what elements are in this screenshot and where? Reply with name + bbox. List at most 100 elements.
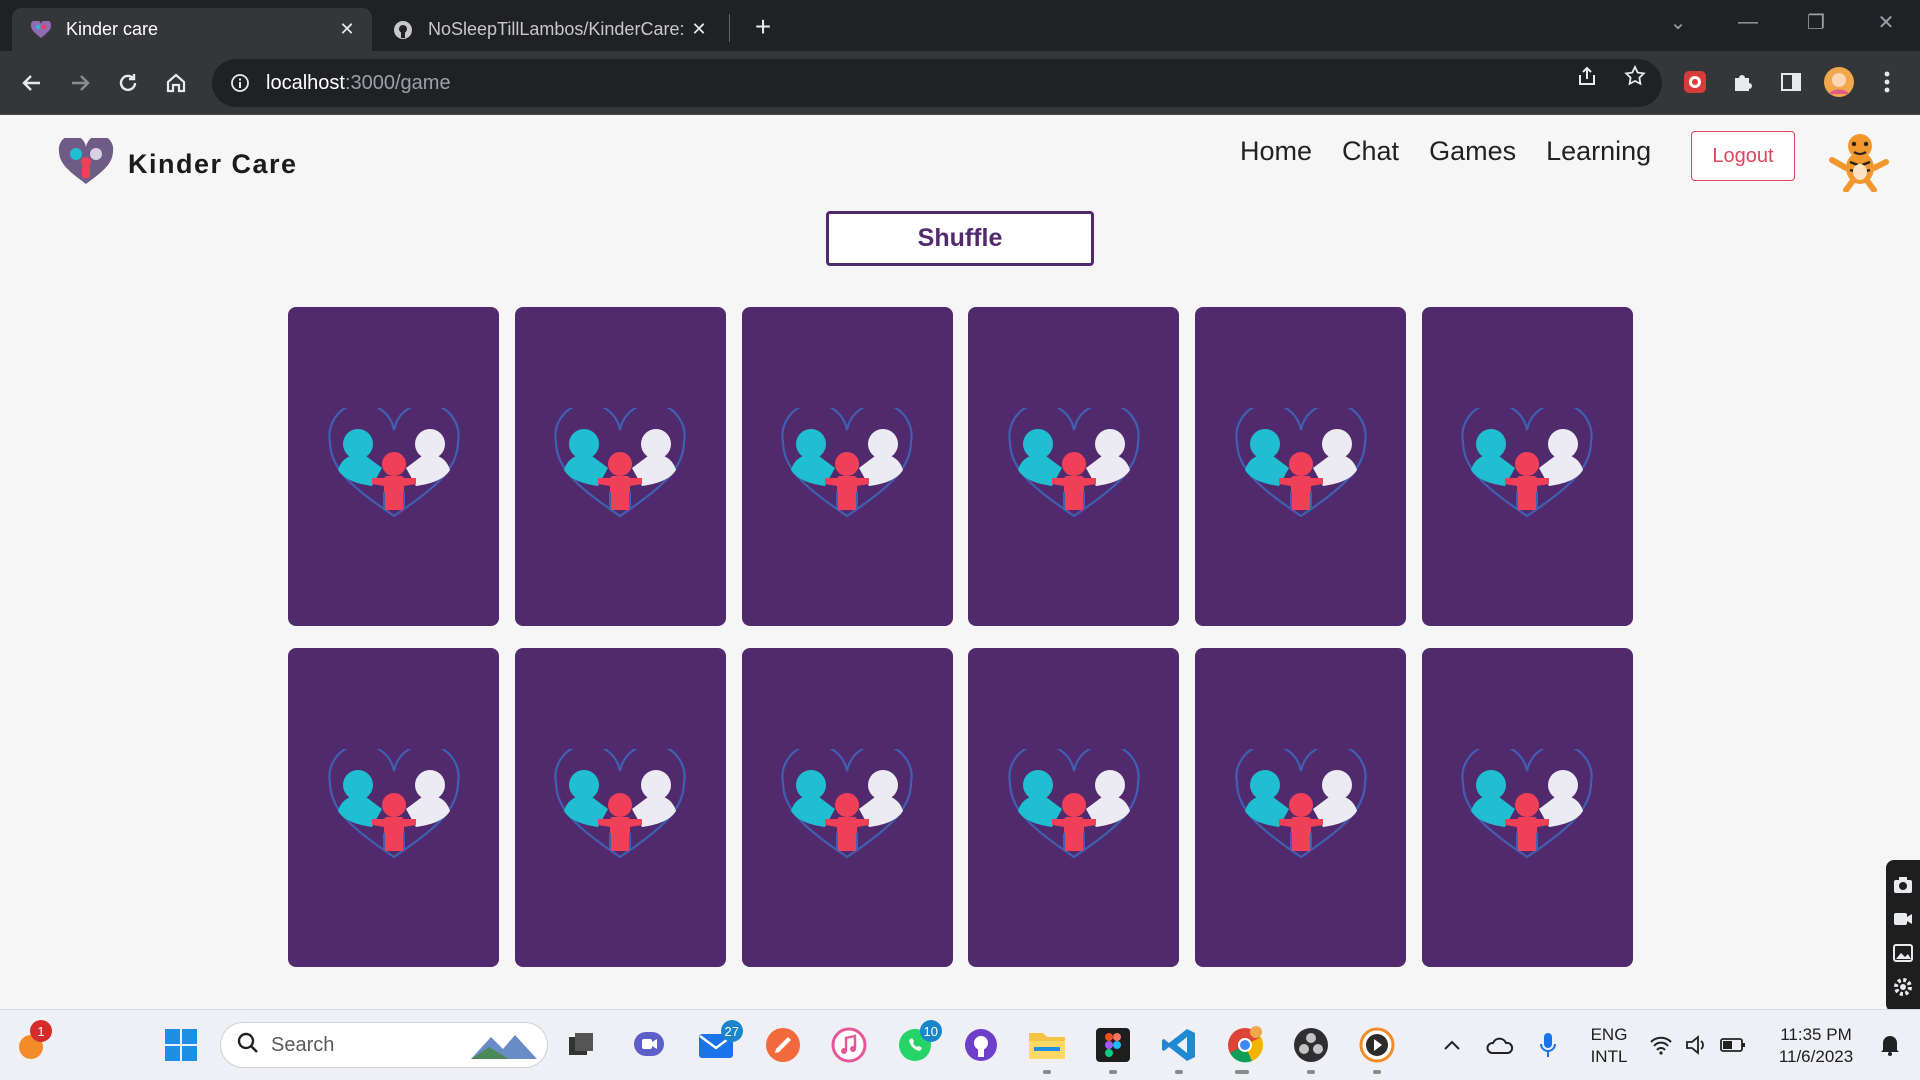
close-tab-icon[interactable]: ✕ [688,19,710,41]
clock[interactable]: 11:35 PM 11/6/2023 [1764,1024,1868,1068]
memory-card[interactable] [968,648,1180,967]
microphone-icon[interactable] [1528,1024,1568,1066]
obs-studio-icon[interactable] [1290,1024,1332,1066]
memory-card[interactable] [514,648,726,967]
whatsapp-icon[interactable]: 10 [894,1020,942,1066]
browser-tab-bar: Kinder care ✕ NoSleepTillLambos/KinderCa… [0,0,1920,51]
brand-logo[interactable]: Kinder Care [58,135,298,191]
search-placeholder: Search [271,1033,335,1056]
show-hidden-icons-chevron-icon[interactable] [1432,1024,1472,1066]
site-info-icon[interactable] [228,71,252,95]
profile-avatar-icon[interactable] [1822,65,1856,99]
address-bar[interactable]: localhost:3000/game [212,59,1662,107]
gallery-icon[interactable] [1892,942,1914,964]
mail-icon[interactable]: 27 [695,1020,743,1066]
tiger-avatar-icon[interactable] [1826,126,1892,193]
share-icon[interactable] [1574,63,1600,89]
github-icon [392,19,414,41]
running-indicator [1307,1070,1315,1074]
memory-card[interactable] [514,307,726,626]
memory-card[interactable] [1421,307,1633,626]
memory-card[interactable] [741,307,953,626]
figma-icon[interactable] [1092,1024,1134,1066]
new-tab-plus-icon[interactable]: + [748,11,778,42]
home-icon[interactable] [158,65,194,101]
meet-chat-icon[interactable] [628,1024,670,1066]
nav-games[interactable]: Games [1429,136,1516,167]
heart-family-logo-icon [1006,743,1142,866]
tab-title: NoSleepTillLambos/KinderCare: [428,19,685,39]
tab-search-chevron-icon[interactable]: ⌄ [1658,8,1698,36]
bookmark-star-icon[interactable] [1622,63,1648,89]
brand-name: Kinder Care [128,149,298,179]
extensions-puzzle-icon[interactable] [1726,65,1760,99]
mail-badge: 27 [720,1020,743,1042]
os-taskbar: 1 Search 27 10 ENG INTL 11:35 PM 11/6/20 [0,1009,1920,1080]
close-tab-icon[interactable]: ✕ [336,19,358,41]
minimize-icon[interactable]: — [1728,8,1768,36]
notification-bell-icon[interactable] [1870,1024,1910,1066]
heart-family-logo-icon [1233,402,1369,525]
video-camera-icon[interactable] [1892,908,1914,930]
memory-card[interactable] [1421,648,1633,967]
extension-red-icon[interactable] [1678,65,1712,99]
github-desktop-icon[interactable] [960,1024,1002,1066]
memory-card[interactable] [1195,307,1407,626]
pen-app-icon[interactable] [762,1024,804,1066]
running-indicator [1373,1070,1381,1074]
shuffle-button[interactable]: Shuffle [826,211,1094,266]
memory-card[interactable] [968,307,1180,626]
close-window-icon[interactable]: ✕ [1866,8,1906,36]
nav-chat[interactable]: Chat [1342,136,1399,167]
side-panel-icon[interactable] [1774,65,1808,99]
browser-menu-icon[interactable] [1870,65,1904,99]
windows-start-icon[interactable] [160,1024,202,1066]
tab-kinder-care[interactable]: Kinder care ✕ [12,8,372,51]
forward-arrow-icon[interactable] [62,65,98,101]
restore-icon[interactable]: ❐ [1796,8,1836,36]
onedrive-cloud-icon[interactable] [1480,1024,1520,1066]
memory-card[interactable] [288,307,499,626]
memory-card[interactable] [1195,648,1407,967]
volume-icon[interactable] [1680,1024,1714,1066]
nav-home[interactable]: Home [1240,136,1312,167]
logout-button[interactable]: Logout [1691,131,1795,181]
url-path: :3000/game [344,71,451,94]
file-explorer-icon[interactable] [1026,1024,1068,1066]
reload-icon[interactable] [110,65,146,101]
language-code: ENG [1590,1025,1628,1044]
wifi-icon[interactable] [1644,1024,1678,1066]
clock-time: 11:35 PM [1780,1025,1852,1044]
url-host: localhost [266,71,345,94]
taskbar-search-input[interactable]: Search [220,1022,548,1068]
vscode-icon[interactable] [1158,1024,1200,1066]
heart-family-logo-icon [552,402,688,525]
url-text: localhost:3000/game [266,72,451,95]
mountain-highlight-icon [469,1031,539,1066]
memory-card[interactable] [741,648,953,967]
tab-github[interactable]: NoSleepTillLambos/KinderCare: ✕ [374,8,724,51]
itunes-icon[interactable] [828,1024,870,1066]
media-player-icon[interactable] [1356,1024,1398,1066]
chrome-icon[interactable] [1224,1024,1266,1066]
notification-badge: 1 [30,1020,52,1042]
back-arrow-icon[interactable] [14,65,50,101]
heart-family-logo-icon [779,743,915,866]
tab-divider [729,14,730,42]
heart-family-logo-icon [58,135,114,191]
memory-card[interactable] [288,648,499,967]
nav-learning[interactable]: Learning [1546,136,1651,167]
input-language-indicator[interactable]: ENG INTL [1584,1024,1634,1068]
running-indicator [1235,1070,1249,1074]
settings-gear-icon[interactable] [1892,976,1914,998]
main-nav: Home Chat Games Learning [1240,136,1681,167]
browser-toolbar: localhost:3000/game [0,51,1920,115]
heart-family-logo-icon [1006,402,1142,525]
heart-family-logo-icon [326,402,462,525]
camera-icon[interactable] [1892,874,1914,896]
clock-date: 11/6/2023 [1778,1047,1854,1066]
running-indicator [1175,1070,1183,1074]
task-view-icon[interactable] [560,1024,602,1066]
battery-icon[interactable] [1716,1024,1750,1066]
weather-widget-icon[interactable]: 1 [12,1020,54,1066]
